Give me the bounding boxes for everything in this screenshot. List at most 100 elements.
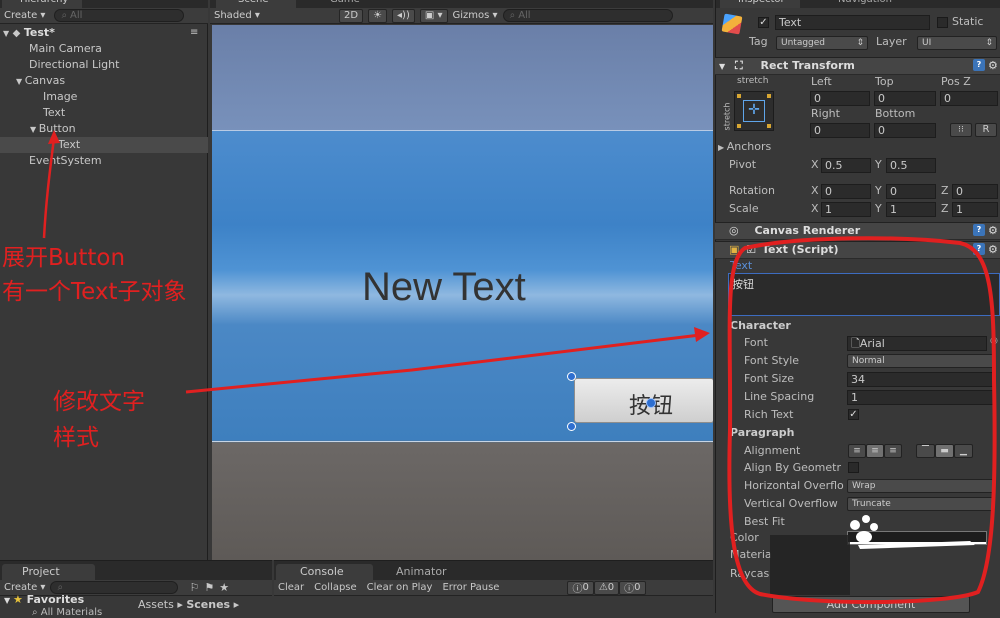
pivot-y-field[interactable]: 0.5 [886,158,936,173]
text-script-enabled-checkbox[interactable]: ☑ [746,243,756,256]
font-picker-icon[interactable]: ◉ [990,336,998,346]
settings-gear-icon[interactable]: ⚙ [988,58,998,74]
help-icon[interactable]: ? [973,59,985,71]
line-spacing-field[interactable]: 1 [847,390,995,405]
canvas-renderer-header[interactable]: ◎ Canvas Renderer ? ⚙ [715,222,1000,240]
anchors-foldout[interactable]: ▶ Anchors [718,140,771,153]
filter-label-icon[interactable]: ⚑ [204,581,214,594]
hierarchy-item-text[interactable]: Text [43,105,65,121]
favorite-star-icon[interactable]: ★ [219,581,229,594]
anchor-side-label: stretch [722,102,732,131]
hierarchy-create-button[interactable]: Create ▾ [4,10,45,21]
align-by-geometry-checkbox[interactable] [848,462,859,473]
hierarchy-item-button[interactable]: ▼ Button [30,121,76,137]
scene-button[interactable]: 按钮 [574,378,713,423]
error-pause-button[interactable]: Error Pause [442,582,499,593]
posz-field[interactable]: 0 [940,91,998,106]
hierarchy-item-image[interactable]: Image [43,89,77,105]
anchor-handle-bottom-icon[interactable] [567,422,576,431]
tab-inspector[interactable]: Inspector [720,0,800,8]
tag-dropdown[interactable]: Untagged ⇕ [776,36,868,50]
rotation-z-field[interactable]: 0 [952,184,998,199]
hierarchy-selected-row[interactable]: Text [0,137,208,153]
clear-on-play-button[interactable]: Clear on Play [367,582,433,593]
gameobject-active-checkbox[interactable]: ✓ [758,17,769,28]
blueprint-mode-button[interactable]: ⁝⁝ [950,123,972,137]
gameobject-name-field[interactable]: Text [775,15,930,30]
font-label: Font [744,336,768,349]
rotation-x-field[interactable]: 0 [821,184,871,199]
scale-x-field[interactable]: 1 [821,202,871,217]
hierarchy-search-input[interactable]: ⌕ All [54,9,185,22]
help-icon[interactable]: ? [973,243,985,255]
warning-count-toggle[interactable]: ⚠ 0 [593,580,620,595]
breadcrumb-assets[interactable]: Assets [138,598,174,611]
align-right-icon[interactable]: ≡ [884,444,902,458]
horizontal-overflow-dropdown[interactable]: Wrap [847,479,995,493]
align-left-icon[interactable]: ≡ [848,444,866,458]
anchor-handle-top-icon[interactable] [567,372,576,381]
layer-dropdown[interactable]: UI ⇕ [917,36,997,50]
scene-root-row[interactable]: ▼ ◆ Test* ≡ [0,25,208,41]
font-size-field[interactable]: 34 [847,372,995,387]
scene-search-input[interactable]: ⌕ All [502,9,673,22]
text-script-header[interactable]: ▣ ☑ Text (Script) ? ⚙ [715,241,1000,259]
audio-toggle-icon[interactable]: ◂)) [392,8,415,23]
align-top-icon[interactable]: ▔ [916,444,935,458]
hierarchy-tab[interactable]: Hierarchy [2,0,82,8]
left-field[interactable]: 0 [810,91,870,106]
text-content-area[interactable]: 按钮 [728,273,1000,316]
info-count-toggle[interactable]: ⓘ 0 [567,580,594,595]
favorites-item[interactable]: ▼ ★ Favorites [4,593,84,606]
anchor-presets-button[interactable]: ✛ [734,91,774,131]
collapse-button[interactable]: Collapse [314,582,357,593]
scene-menu-icon[interactable]: ≡ [190,25,198,41]
project-create-button[interactable]: Create ▾ [4,582,45,593]
breadcrumb-scenes[interactable]: Scenes [186,598,230,611]
2d-toggle[interactable]: 2D [339,8,364,23]
tab-console[interactable]: Console [276,564,373,580]
effects-toggle-icon[interactable]: ▣ ▾ [419,8,448,23]
error-count-toggle[interactable]: ⓘ 0 [619,580,646,595]
tab-navigation[interactable]: Navigation [822,0,912,8]
rotation-y-field[interactable]: 0 [886,184,936,199]
scale-z-field[interactable]: 1 [952,202,998,217]
hierarchy-item-eventsystem[interactable]: EventSystem [29,153,102,169]
tab-animator[interactable]: Animator [378,564,475,580]
clear-button[interactable]: Clear [278,582,304,593]
settings-gear-icon[interactable]: ⚙ [988,223,998,239]
tab-game[interactable]: Game [306,0,386,8]
font-style-dropdown[interactable]: Normal [847,354,995,368]
bottom-field[interactable]: 0 [874,123,936,138]
raw-edit-button[interactable]: R [975,123,997,137]
scene-viewport[interactable]: New Text 按钮 [212,25,713,560]
align-bottom-icon[interactable]: ▁ [954,444,973,458]
tab-scene[interactable]: Scene [216,0,296,8]
new-text-label[interactable]: New Text [362,265,526,310]
filter-type-icon[interactable]: ⚐ [189,581,199,594]
line-spacing-label: Line Spacing [744,390,815,403]
top-field[interactable]: 0 [874,91,936,106]
help-icon[interactable]: ? [973,224,985,236]
rich-text-checkbox[interactable]: ✓ [848,409,859,420]
rect-transform-header[interactable]: ▼ ⛶ Rect Transform ? ⚙ [715,57,1000,75]
add-component-button[interactable]: Add Component [772,596,970,613]
shading-dropdown[interactable]: Shaded ▾ [214,10,334,21]
gizmos-dropdown[interactable]: Gizmos ▾ [453,10,498,21]
font-field[interactable]: 🗋Arial [847,336,987,351]
warning-icon: ⚠ [598,582,608,593]
hierarchy-item-main-camera[interactable]: Main Camera [29,41,102,57]
align-center-icon[interactable]: ≡ [866,444,884,458]
character-section-label: Character [730,319,791,332]
tab-project[interactable]: Project [2,564,95,580]
lighting-toggle-icon[interactable]: ☀ [368,8,388,23]
settings-gear-icon[interactable]: ⚙ [988,242,998,258]
static-checkbox[interactable] [937,17,948,28]
right-field[interactable]: 0 [810,123,870,138]
scale-y-field[interactable]: 1 [886,202,936,217]
hierarchy-item-canvas[interactable]: ▼ Canvas [16,73,65,89]
align-middle-icon[interactable]: ▬ [935,444,954,458]
pivot-handle-icon[interactable] [646,398,656,408]
pivot-x-field[interactable]: 0.5 [821,158,871,173]
hierarchy-item-directional-light[interactable]: Directional Light [29,57,119,73]
